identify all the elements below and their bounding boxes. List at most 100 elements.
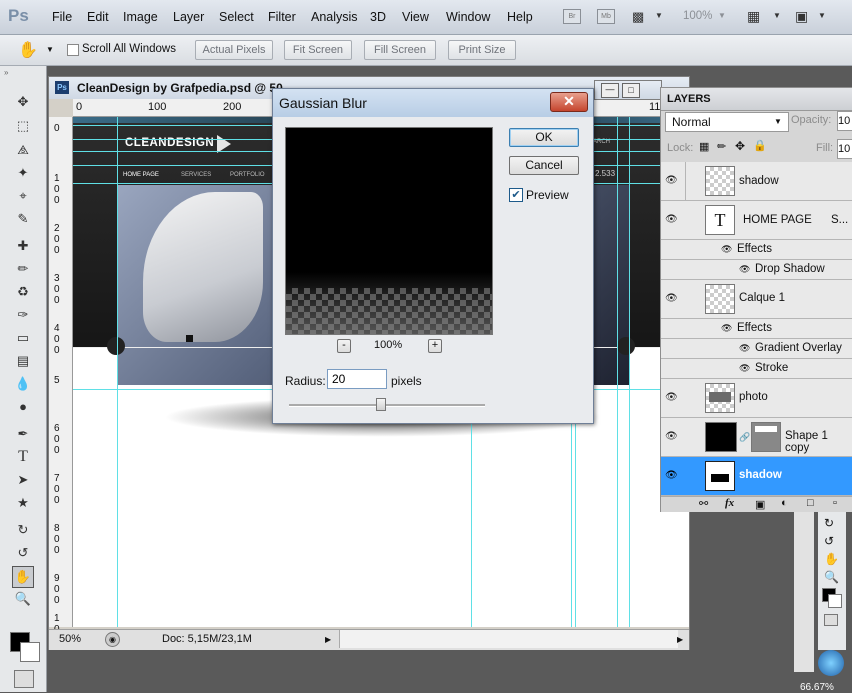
- effect-row[interactable]: 👁 Drop Shadow: [661, 260, 852, 280]
- effect-row[interactable]: 👁 Stroke: [661, 359, 852, 379]
- visibility-eye-icon[interactable]: 👁: [721, 323, 732, 334]
- scroll-all-checkbox[interactable]: [67, 44, 79, 56]
- eraser-tool-icon[interactable]: ▭: [12, 328, 34, 348]
- layers-tab[interactable]: LAYERS: [667, 93, 711, 105]
- radius-slider-thumb[interactable]: [376, 398, 386, 411]
- menu-window[interactable]: Window: [446, 10, 490, 24]
- chevron-down-icon[interactable]: ▼: [46, 45, 54, 54]
- quick-mask-icon[interactable]: [824, 614, 838, 626]
- arrange-documents-icon[interactable]: ▦: [747, 8, 760, 25]
- status-info-icon[interactable]: ◉: [105, 632, 120, 647]
- 3d-orbit-tool-icon[interactable]: ↺: [824, 534, 834, 548]
- visibility-eye-icon[interactable]: 👁: [665, 293, 678, 304]
- close-icon[interactable]: ✕: [550, 92, 588, 112]
- hand-tool-icon[interactable]: ✋: [18, 40, 38, 60]
- background-color-swatch[interactable]: [20, 642, 40, 662]
- brush-tool-icon[interactable]: ✏: [12, 259, 34, 279]
- shape-tool-icon[interactable]: ★: [12, 493, 34, 513]
- lock-position-icon[interactable]: ✥: [735, 139, 745, 153]
- collapse-icon[interactable]: »: [4, 68, 8, 77]
- link-layers-icon[interactable]: ⚯: [699, 497, 708, 510]
- hand-tool-icon[interactable]: ✋: [824, 552, 839, 566]
- menu-analysis[interactable]: Analysis: [311, 10, 358, 24]
- eyedropper-tool-icon[interactable]: ✎: [12, 209, 34, 229]
- pen-tool-icon[interactable]: ✒: [12, 424, 34, 444]
- link-icon[interactable]: 🔗: [739, 432, 750, 443]
- fill-field[interactable]: 10: [837, 139, 852, 159]
- chevron-down-icon[interactable]: ▼: [655, 11, 663, 20]
- marquee-tool-icon[interactable]: ⬚: [12, 116, 34, 136]
- visibility-eye-icon[interactable]: 👁: [665, 392, 678, 403]
- guide-line[interactable]: [629, 117, 630, 627]
- print-size-button[interactable]: Print Size: [448, 40, 516, 60]
- lasso-tool-icon[interactable]: ⧌: [12, 140, 34, 160]
- mini-bridge-button[interactable]: Mb: [597, 9, 615, 24]
- layer-row[interactable]: 👁 🔗 Shape 1 copy: [661, 418, 852, 457]
- radius-input[interactable]: [327, 369, 387, 389]
- path-selection-tool-icon[interactable]: ➤: [12, 470, 34, 490]
- layer-style-icon[interactable]: fx: [725, 497, 734, 509]
- ok-button[interactable]: OK: [509, 128, 579, 147]
- effects-row[interactable]: 👁 Effects: [661, 319, 852, 339]
- quick-select-tool-icon[interactable]: ✦: [12, 163, 34, 183]
- layer-row[interactable]: 👁 Calque 1: [661, 280, 852, 319]
- zoom-out-button[interactable]: -: [337, 339, 351, 353]
- visibility-eye-icon[interactable]: 👁: [721, 244, 732, 255]
- lock-all-icon[interactable]: 🔒: [753, 139, 767, 152]
- add-mask-icon[interactable]: ▣: [755, 498, 765, 511]
- layer-row-selected[interactable]: 👁 shadow: [661, 457, 852, 496]
- visibility-eye-icon[interactable]: 👁: [739, 264, 750, 275]
- dodge-tool-icon[interactable]: ●: [12, 397, 34, 417]
- blend-mode-dropdown[interactable]: Normal ▼: [665, 112, 789, 132]
- zoom-tool-icon[interactable]: 🔍: [824, 570, 839, 584]
- history-brush-tool-icon[interactable]: ✑: [12, 305, 34, 325]
- new-layer-icon[interactable]: ▫: [833, 497, 837, 509]
- clone-stamp-tool-icon[interactable]: ♻: [12, 282, 34, 302]
- minimize-icon[interactable]: —: [601, 83, 619, 98]
- blur-preview[interactable]: [285, 127, 493, 335]
- menu-layer[interactable]: Layer: [173, 10, 204, 24]
- horizontal-scrollbar[interactable]: [339, 630, 678, 648]
- menu-file[interactable]: File: [52, 10, 72, 24]
- menu-3d[interactable]: 3D: [370, 10, 386, 24]
- menu-filter[interactable]: Filter: [268, 10, 296, 24]
- chevron-down-icon[interactable]: ▼: [818, 11, 826, 20]
- layer-row[interactable]: 👁 T HOME PAGE S...: [661, 201, 852, 240]
- lock-transparent-icon[interactable]: ▦: [699, 140, 709, 153]
- fit-screen-button[interactable]: Fit Screen: [284, 40, 352, 60]
- scroll-right-icon[interactable]: ▶: [677, 635, 683, 644]
- 3d-orbit-tool-icon[interactable]: ↺: [12, 543, 34, 563]
- windows-start-icon[interactable]: [818, 650, 844, 676]
- background-color-swatch[interactable]: [828, 594, 842, 608]
- zoom-tool-icon[interactable]: 🔍: [12, 589, 34, 609]
- chevron-down-icon[interactable]: ▼: [718, 11, 726, 20]
- zoom-in-button[interactable]: +: [428, 339, 442, 353]
- actual-pixels-button[interactable]: Actual Pixels: [195, 40, 273, 60]
- layer-row[interactable]: 👁 photo: [661, 379, 852, 418]
- bridge-button[interactable]: Br: [563, 9, 581, 24]
- guide-line[interactable]: [617, 117, 618, 627]
- healing-brush-tool-icon[interactable]: ✚: [12, 236, 34, 256]
- adjustment-layer-icon[interactable]: ◐: [781, 497, 788, 509]
- quick-mask-icon[interactable]: [14, 670, 34, 688]
- group-folder-icon[interactable]: □: [807, 497, 814, 509]
- menu-view[interactable]: View: [402, 10, 429, 24]
- visibility-eye-icon[interactable]: 👁: [665, 214, 678, 225]
- visibility-eye-icon[interactable]: 👁: [665, 431, 678, 442]
- blur-tool-icon[interactable]: 💧: [12, 374, 34, 394]
- type-tool-icon[interactable]: T: [12, 447, 34, 467]
- preview-checkbox[interactable]: ✔: [509, 188, 523, 202]
- visibility-eye-icon[interactable]: 👁: [739, 363, 750, 374]
- crop-tool-icon[interactable]: ⌖: [12, 186, 34, 206]
- menu-help[interactable]: Help: [507, 10, 533, 24]
- maximize-icon[interactable]: □: [622, 83, 640, 98]
- menu-image[interactable]: Image: [123, 10, 158, 24]
- 3d-rotate-tool-icon[interactable]: ↻: [824, 516, 834, 530]
- lock-paint-icon[interactable]: ✏: [717, 140, 726, 153]
- hand-tool-icon[interactable]: ✋: [12, 566, 34, 588]
- 3d-rotate-tool-icon[interactable]: ↻: [12, 520, 34, 540]
- view-extras-icon[interactable]: ▩: [632, 9, 650, 24]
- gradient-tool-icon[interactable]: ▤: [12, 351, 34, 371]
- visibility-eye-icon[interactable]: 👁: [739, 343, 750, 354]
- move-tool-icon[interactable]: ✥: [12, 92, 34, 112]
